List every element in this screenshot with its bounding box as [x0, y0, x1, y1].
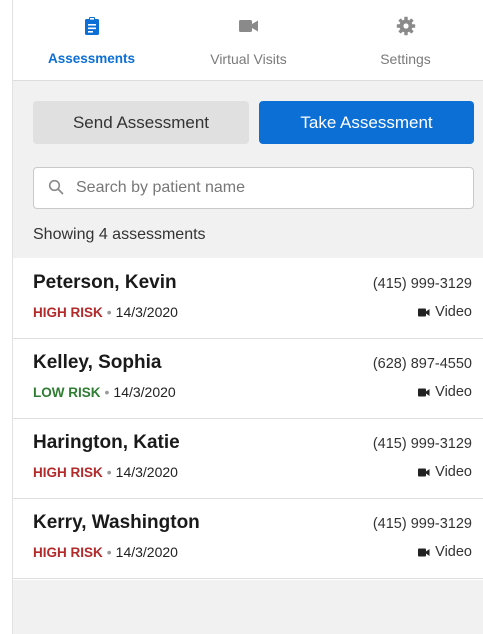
- list-item[interactable]: Peterson, Kevin HIGH RISK • 14/3/2020 (415…: [13, 258, 483, 339]
- visit-type-label: Video: [435, 544, 472, 560]
- result-count: Showing 4 assessments: [33, 226, 206, 243]
- send-assessment-button[interactable]: Send Assessment: [33, 101, 249, 144]
- tab-bar: Assessments Virtual Visits Settings: [13, 0, 483, 81]
- app-panel: Assessments Virtual Visits Settings Send…: [12, 0, 483, 634]
- assessment-meta: HIGH RISK • 14/3/2020: [33, 544, 178, 560]
- tab-virtual-visits-label: Virtual Visits: [210, 51, 287, 67]
- list-item[interactable]: Harington, Katie HIGH RISK • 14/3/2020 (41…: [13, 418, 483, 499]
- assessment-meta: LOW RISK • 14/3/2020: [33, 384, 176, 400]
- video-camera-icon: [418, 468, 430, 477]
- assessment-date: 14/3/2020: [115, 464, 178, 480]
- video-camera-icon: [238, 16, 259, 38]
- patient-name: Harington, Katie: [33, 432, 180, 453]
- visit-type: Video: [418, 304, 472, 320]
- tab-settings[interactable]: Settings: [327, 0, 483, 80]
- separator-dot: •: [106, 304, 112, 320]
- assessment-meta: HIGH RISK • 14/3/2020: [33, 304, 178, 320]
- risk-badge: HIGH RISK: [33, 305, 103, 320]
- assessment-date: 14/3/2020: [113, 384, 176, 400]
- gear-icon: [396, 16, 416, 41]
- clipboard-icon: [84, 16, 100, 41]
- video-camera-icon: [418, 308, 430, 317]
- search-box: [33, 167, 474, 209]
- separator-dot: •: [106, 544, 112, 560]
- list-item[interactable]: Kerry, Washington HIGH RISK • 14/3/2020 (4…: [13, 498, 483, 579]
- patient-name: Kelley, Sophia: [33, 352, 162, 373]
- phone-number: (628) 897-4550: [372, 356, 472, 372]
- assessment-date: 14/3/2020: [115, 544, 178, 560]
- patient-name: Kerry, Washington: [33, 512, 200, 533]
- tab-settings-label: Settings: [380, 51, 431, 67]
- search-icon: [48, 179, 64, 200]
- list-item[interactable]: Kelley, Sophia LOW RISK • 14/3/2020 (628) …: [13, 338, 483, 419]
- phone-number: (415) 999-3129: [372, 276, 472, 292]
- tab-virtual-visits[interactable]: Virtual Visits: [170, 0, 327, 80]
- video-camera-icon: [418, 548, 430, 557]
- visit-type: Video: [418, 384, 472, 400]
- visit-type: Video: [418, 464, 472, 480]
- separator-dot: •: [106, 464, 112, 480]
- take-assessment-button[interactable]: Take Assessment: [259, 101, 474, 144]
- phone-number: (415) 999-3129: [372, 516, 472, 532]
- assessment-list: Peterson, Kevin HIGH RISK • 14/3/2020 (415…: [13, 258, 483, 580]
- visit-type-label: Video: [435, 384, 472, 400]
- risk-badge: HIGH RISK: [33, 545, 103, 560]
- tab-assessments-label: Assessments: [47, 51, 136, 66]
- patient-name: Peterson, Kevin: [33, 272, 177, 293]
- video-camera-icon: [418, 388, 430, 397]
- phone-number: (415) 999-3129: [372, 436, 472, 452]
- separator-dot: •: [104, 384, 110, 400]
- tab-assessments[interactable]: Assessments: [13, 0, 170, 80]
- visit-type-label: Video: [435, 464, 472, 480]
- search-input[interactable]: [76, 168, 456, 208]
- assessment-meta: HIGH RISK • 14/3/2020: [33, 464, 178, 480]
- visit-type-label: Video: [435, 304, 472, 320]
- risk-badge: HIGH RISK: [33, 465, 103, 480]
- visit-type: Video: [418, 544, 472, 560]
- risk-badge: LOW RISK: [33, 385, 101, 400]
- assessment-date: 14/3/2020: [115, 304, 178, 320]
